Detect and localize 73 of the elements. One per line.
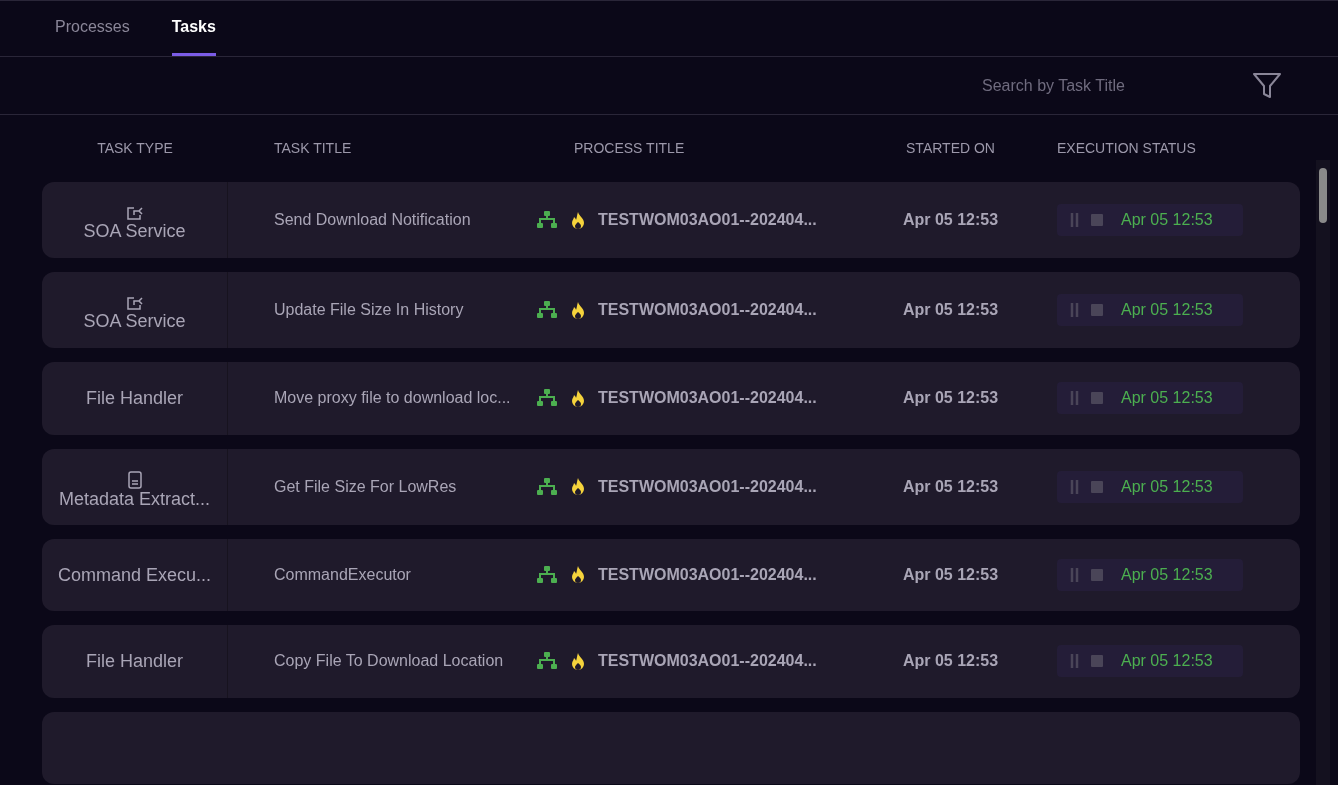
task-row[interactable]: Metadata Extract... Get File Size For LowRes TESTWOM03AO01--202404... Apr 05 12:53 Apr 05 12:53 — [42, 448, 1300, 525]
task-title: Copy File To Download Location — [274, 651, 504, 672]
filter-icon[interactable] — [1252, 71, 1282, 100]
started-on: Apr 05 12:53 — [902, 210, 999, 231]
column-header: TASK TYPE — [97, 139, 173, 158]
process-title: TESTWOM03AO01--202404... — [598, 300, 817, 321]
pause-button[interactable] — [1069, 478, 1081, 495]
flame-icon — [570, 477, 586, 497]
status-time: Apr 05 12:53 — [1121, 388, 1213, 409]
flame-icon — [570, 300, 586, 320]
column-header: STARTED ON — [906, 139, 995, 158]
process-title: TESTWOM03AO01--202404... — [598, 651, 817, 672]
pause-button[interactable] — [1069, 566, 1081, 583]
column-header: TASK TITLE — [274, 139, 352, 158]
process-title: TESTWOM03AO01--202404... — [598, 210, 817, 231]
stop-button[interactable] — [1091, 480, 1103, 493]
flame-icon — [570, 651, 586, 671]
tab[interactable]: Tasks — [171, 15, 216, 56]
task-row[interactable]: File Handler Copy File To Download Location TESTWOM03AO01--202404... Apr 05 12:53 Apr 05 12:53 — [42, 625, 1300, 698]
status-time: Apr 05 12:53 — [1121, 564, 1213, 585]
started-on: Apr 05 12:53 — [902, 300, 999, 321]
task-type: SOA Service — [83, 220, 186, 241]
hierarchy-icon — [536, 652, 558, 671]
status-time: Apr 05 12:53 — [1121, 651, 1213, 672]
stop-button[interactable] — [1091, 568, 1103, 581]
search-field[interactable]: Search by Task Title — [982, 73, 1212, 98]
task-title: Move proxy file to download loc... — [274, 388, 511, 409]
process-title: TESTWOM03AO01--202404... — [598, 564, 817, 585]
hierarchy-icon — [536, 565, 558, 584]
task-type: File Handler — [85, 388, 183, 409]
process-title: TESTWOM03AO01--202404... — [598, 476, 817, 497]
task-type: SOA Service — [83, 310, 186, 331]
stop-button[interactable] — [1091, 655, 1103, 668]
started-on: Apr 05 12:53 — [902, 564, 999, 585]
pause-button[interactable] — [1069, 212, 1081, 229]
task-type: File Handler — [85, 651, 183, 672]
status-time: Apr 05 12:53 — [1121, 300, 1213, 321]
task-row[interactable]: SOA Service Update File Size In History TESTWOM03AO01--202404... Apr 05 12:53 Apr 05 12:53 — [42, 272, 1300, 349]
scrollbar-thumb[interactable] — [1319, 168, 1327, 223]
tab[interactable]: Processes — [55, 15, 130, 56]
pause-button[interactable] — [1069, 390, 1081, 407]
pause-button[interactable] — [1069, 302, 1081, 319]
flame-icon — [570, 210, 586, 230]
started-on: Apr 05 12:53 — [902, 651, 999, 672]
stop-button[interactable] — [1091, 214, 1103, 227]
task-title: CommandExecutor — [274, 564, 411, 585]
hierarchy-icon — [536, 477, 558, 496]
pause-button[interactable] — [1069, 653, 1081, 670]
document-icon — [127, 470, 142, 489]
status-time: Apr 05 12:53 — [1121, 210, 1213, 231]
flame-icon — [570, 565, 586, 585]
task-row[interactable]: Command Execu... CommandExecutor TESTWOM03AO01--202404... Apr 05 12:53 Apr 05 12:53 — [42, 538, 1300, 612]
hierarchy-icon — [536, 389, 558, 408]
task-type: Metadata Extract... — [58, 488, 211, 509]
column-header: EXECUTION STATUS — [1057, 139, 1196, 158]
hierarchy-icon — [536, 211, 558, 230]
hierarchy-icon — [536, 301, 558, 320]
task-row[interactable]: File Handler Move proxy file to download loc... TESTWOM03AO01--202404... Apr 05 12:53 Apr 05 12:53 — [42, 362, 1300, 435]
task-row[interactable]: SOA Service Send Download Notification TESTWOM03AO01--202404... Apr 05 12:53 Apr 05 12:53 — [42, 182, 1300, 259]
started-on: Apr 05 12:53 — [902, 476, 999, 497]
stop-button[interactable] — [1091, 304, 1103, 317]
column-header: PROCESS TITLE — [574, 139, 685, 158]
process-title: TESTWOM03AO01--202404... — [598, 388, 817, 409]
status-time: Apr 05 12:53 — [1121, 476, 1213, 497]
task-title: Get File Size For LowRes — [274, 476, 457, 497]
task-title: Send Download Notification — [274, 210, 471, 231]
task-type: Command Execu... — [57, 564, 212, 585]
export-icon — [125, 295, 144, 311]
started-on: Apr 05 12:53 — [902, 388, 999, 409]
stop-button[interactable] — [1091, 392, 1103, 405]
export-icon — [125, 205, 144, 221]
flame-icon — [570, 388, 586, 408]
task-title: Update File Size In History — [274, 300, 464, 321]
